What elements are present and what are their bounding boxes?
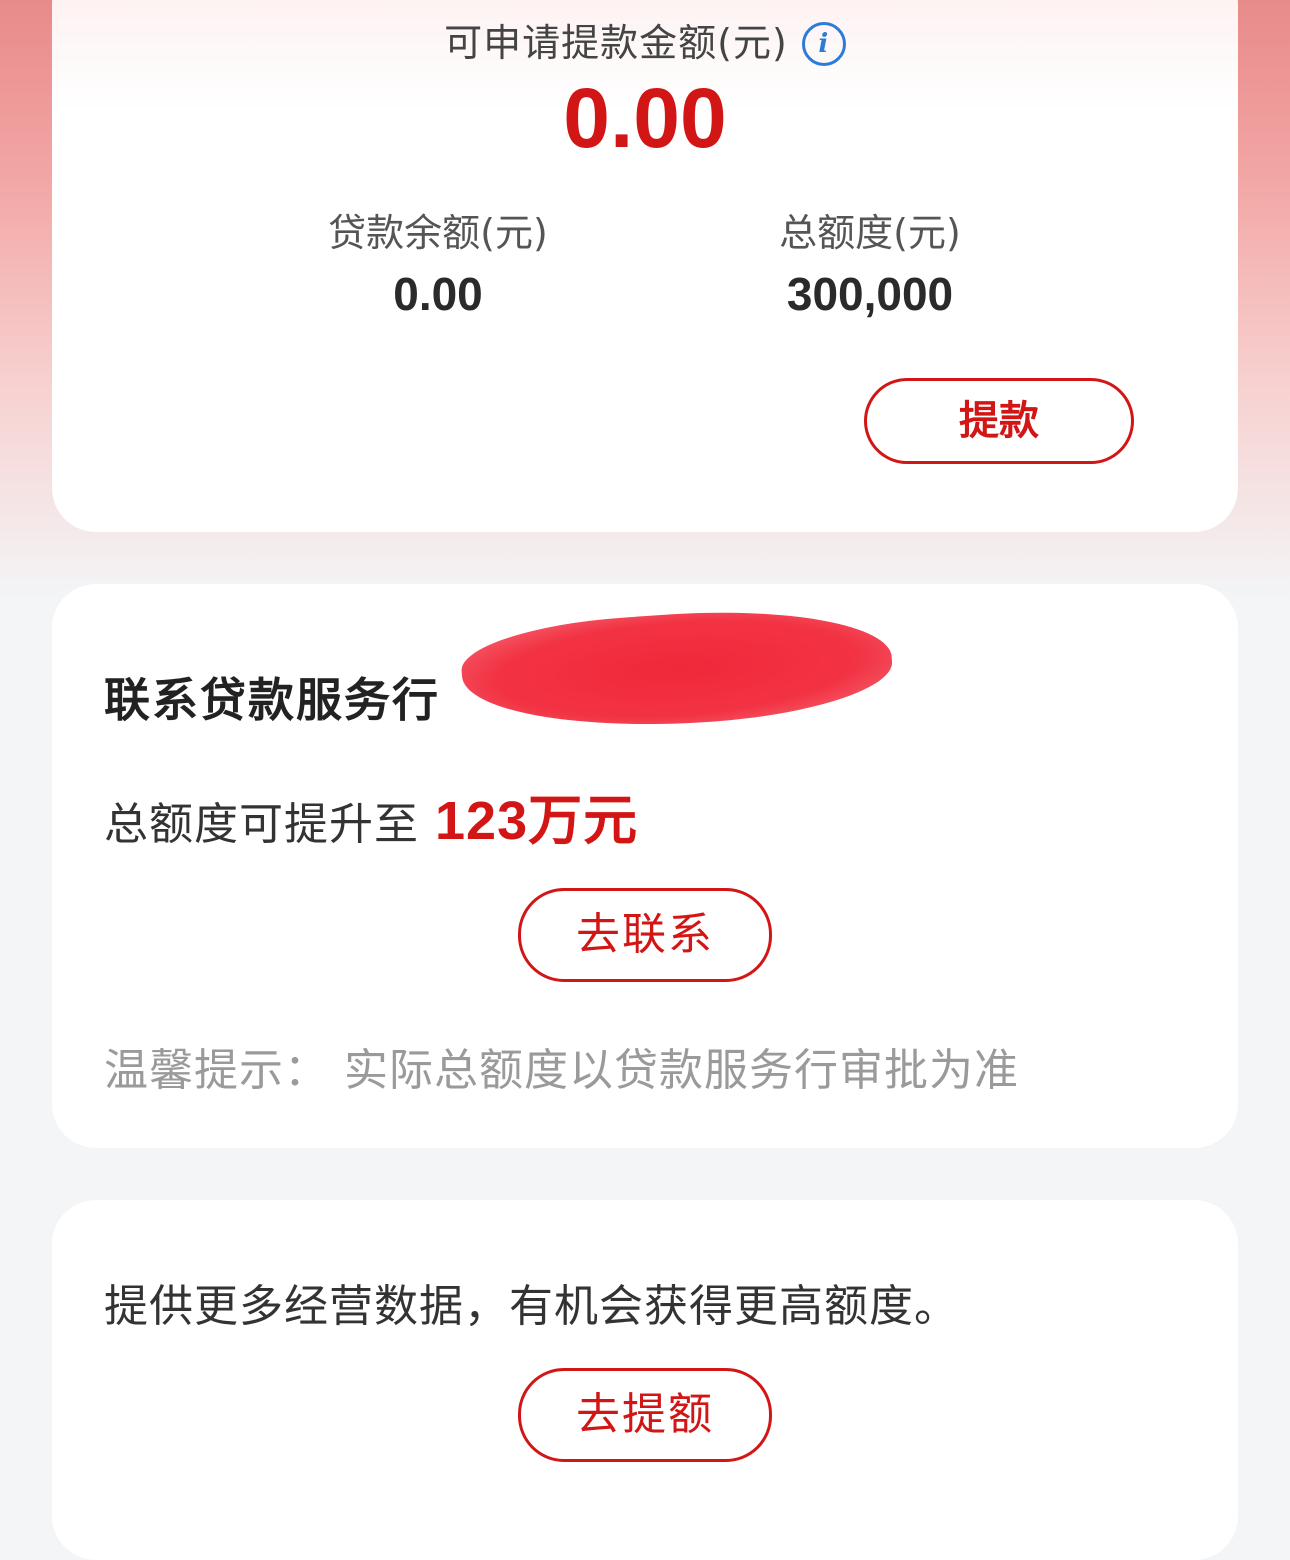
available-amount-label-row: 可申请提款金额(元) i	[52, 12, 1238, 67]
raise-limit-button[interactable]: 去提额	[518, 1368, 772, 1462]
contact-bank-card: 联系贷款服务行 总额度可提升至 123万元 去联系 温馨提示： 实际总额度以贷款服…	[52, 584, 1238, 1148]
total-limit-label: 总额度(元)	[779, 211, 961, 255]
loan-balance-label: 贷款余额(元)	[328, 211, 548, 255]
raise-limit-text: 提供更多经营数据，有机会获得更高额度。	[104, 1281, 959, 1332]
total-limit-value: 300,000	[786, 268, 954, 320]
contact-bank-title: 联系贷款服务行	[104, 673, 440, 727]
loan-balance-value: 0.00	[393, 268, 483, 320]
limit-upgrade-row: 总额度可提升至 123万元	[104, 776, 638, 855]
total-limit-stat: 总额度(元) 300,000	[690, 202, 1050, 321]
credit-summary-card: 可申请提款金额(元) i 0.00 贷款余额(元) 0.00 总额度(元) 300…	[52, 0, 1238, 532]
loan-balance-stat: 贷款余额(元) 0.00	[258, 202, 618, 321]
limit-upgrade-text: 总额度可提升至	[104, 799, 419, 850]
limit-upgrade-amount: 123万元	[435, 791, 639, 851]
withdraw-button[interactable]: 提款	[864, 378, 1134, 464]
contact-button[interactable]: 去联系	[518, 888, 772, 982]
redaction-mark	[458, 599, 896, 739]
warm-tip-text: 温馨提示： 实际总额度以贷款服务行审批为准	[104, 1045, 1019, 1096]
available-amount-label: 可申请提款金额(元)	[444, 21, 788, 65]
raise-limit-card: 提供更多经营数据，有机会获得更高额度。 去提额	[52, 1200, 1238, 1560]
available-amount-value: 0.00	[563, 71, 727, 165]
info-icon[interactable]: i	[801, 22, 846, 66]
